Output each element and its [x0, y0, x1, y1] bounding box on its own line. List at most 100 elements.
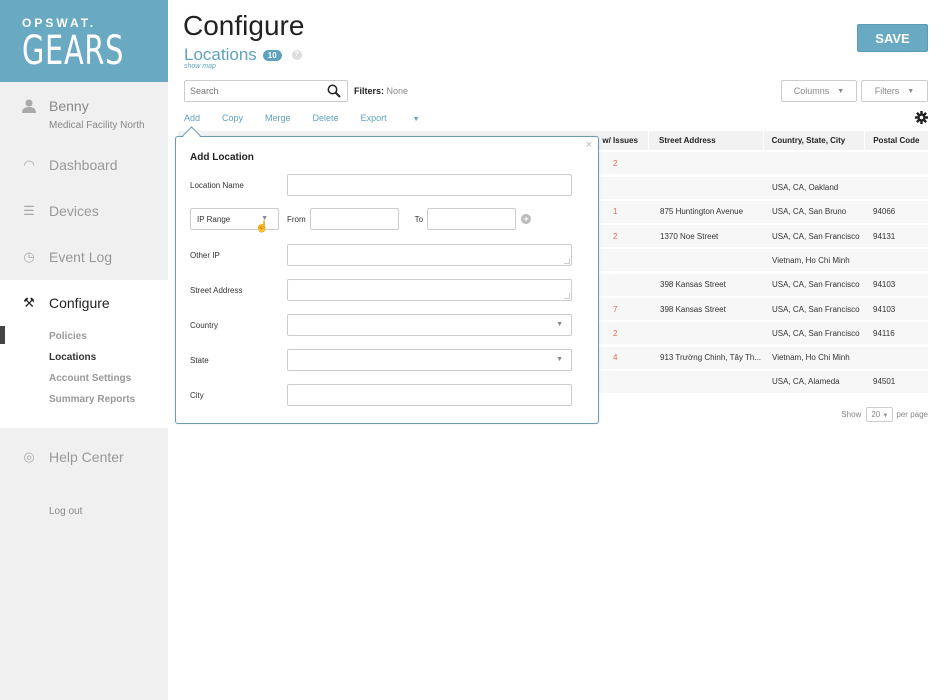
- show-map-link[interactable]: show map: [184, 63, 216, 70]
- page-size-select[interactable]: 20 ▼: [866, 407, 894, 422]
- caret-down-icon: ▼: [556, 356, 563, 363]
- user-org: Medical Facility North: [49, 120, 145, 131]
- nav-label: Dashboard: [49, 157, 118, 173]
- cell-region: USA, CA, Alameda: [772, 377, 840, 387]
- location-name-row: Location Name: [190, 174, 572, 196]
- subnav-locations[interactable]: Locations: [0, 347, 168, 368]
- ip-type-value: IP Range: [197, 214, 231, 224]
- user-info: Benny Medical Facility North: [0, 82, 168, 144]
- list-icon: ☰: [23, 203, 35, 218]
- save-button[interactable]: SAVE: [857, 24, 928, 52]
- add-range-icon[interactable]: +: [521, 214, 532, 224]
- page-title: Configure: [183, 10, 305, 41]
- ip-type-select[interactable]: IP Range ▼ ☝: [190, 208, 279, 233]
- lifebuoy-icon: ◎: [23, 449, 35, 464]
- filters-label: Filters:: [354, 86, 385, 96]
- caret-down-icon: ▼: [556, 321, 563, 328]
- section-header: Locations 10 ?: [184, 45, 302, 65]
- add-location-popup: × Add Location Location Name IP Range ▼ …: [175, 136, 599, 424]
- from-label: From: [287, 214, 306, 224]
- cell-street: 875 Huntington Avenue: [660, 207, 744, 217]
- subnav-policies[interactable]: Policies: [0, 326, 168, 347]
- merge-button[interactable]: Merge: [265, 113, 291, 123]
- ip-to-input[interactable]: [427, 208, 517, 230]
- location-name-label: Location Name: [190, 180, 244, 190]
- close-icon[interactable]: ×: [586, 139, 592, 151]
- country-row: Country ▼: [190, 314, 572, 336]
- popup-title: Add Location: [190, 152, 254, 163]
- subnav-account-settings[interactable]: Account Settings: [0, 368, 168, 389]
- nav-help-center[interactable]: ◎ Help Center: [0, 434, 168, 480]
- clock-icon: ◷: [23, 249, 35, 264]
- location-name-input[interactable]: [287, 174, 572, 196]
- cell-region: USA, CA, Oakland: [772, 183, 839, 193]
- column-header-street[interactable]: Street Address: [649, 136, 763, 145]
- logo-product: GEARS: [22, 28, 125, 74]
- dashboard-gauge-icon: ◠: [23, 157, 35, 172]
- pagination: Show 20 ▼ per page: [841, 407, 928, 422]
- cell-region: USA, CA, San Bruno: [772, 207, 847, 217]
- delete-button[interactable]: Delete: [313, 113, 339, 123]
- street-textarea[interactable]: [287, 279, 572, 301]
- main-content: Configure Locations 10 ? show map SAVE F…: [168, 0, 950, 700]
- caret-down-icon: ▼: [907, 87, 915, 95]
- nav-event-log[interactable]: ◷ Event Log: [0, 234, 168, 280]
- column-header-issues[interactable]: w/ Issues: [592, 136, 648, 145]
- user-name: Benny: [49, 98, 89, 114]
- nav-dashboard[interactable]: ◠ Dashboard: [0, 142, 168, 188]
- nav-label: Help Center: [49, 449, 124, 465]
- nav-configure[interactable]: ⚒ Configure: [0, 280, 168, 326]
- cell-postal: 94131: [873, 231, 896, 241]
- search-icon[interactable]: [327, 84, 341, 98]
- help-icon[interactable]: ?: [291, 50, 302, 60]
- export-button[interactable]: Export ▼: [361, 113, 442, 123]
- filters-summary: Filters: None: [354, 86, 408, 96]
- column-header-region[interactable]: Country, State, City: [764, 136, 865, 145]
- other-ip-label: Other IP: [190, 250, 220, 260]
- subnav-summary-reports[interactable]: Summary Reports: [0, 389, 168, 410]
- configure-subnav: Policies Locations Account Settings Summ…: [0, 326, 168, 410]
- cell-issues: 2: [613, 231, 618, 241]
- ip-from-input[interactable]: [309, 208, 399, 230]
- city-input[interactable]: [287, 384, 572, 406]
- count-badge: 10: [262, 49, 282, 61]
- cell-issues: 2: [613, 158, 618, 168]
- copy-button[interactable]: Copy: [222, 113, 243, 123]
- logout-link[interactable]: Log out: [0, 506, 168, 517]
- state-label: State: [190, 355, 209, 365]
- country-label: Country: [190, 320, 219, 330]
- caret-down-icon: ▼: [837, 87, 845, 95]
- cell-region: USA, CA, San Francisco: [772, 280, 860, 290]
- state-select[interactable]: ▼: [287, 349, 572, 371]
- gear-icon[interactable]: [915, 111, 928, 124]
- tools-icon: ⚒: [23, 295, 35, 310]
- nav-devices[interactable]: ☰ Devices: [0, 188, 168, 234]
- cell-region: USA, CA, San Francisco: [772, 304, 860, 314]
- ip-range-row: IP Range ▼ ☝ From To +: [190, 208, 572, 233]
- street-label: Street Address: [190, 285, 243, 295]
- page-size-value: 20: [871, 410, 881, 419]
- logo[interactable]: OPSWAT. GEARS: [0, 0, 168, 82]
- cell-region: Vietnam, Ho Chi Minh: [772, 255, 850, 265]
- cell-postal: 94066: [873, 207, 896, 217]
- to-label: To: [414, 214, 424, 224]
- filters-button-label: Filters: [874, 86, 900, 96]
- columns-button[interactable]: Columns ▼: [781, 80, 857, 102]
- search-input[interactable]: [190, 86, 327, 96]
- nav-label: Devices: [49, 203, 99, 219]
- cell-street: 398 Kansas Street: [660, 280, 726, 290]
- sidebar: OPSWAT. GEARS Benny Medical Facility Nor…: [0, 0, 168, 700]
- column-header-postal[interactable]: Postal Code: [865, 136, 928, 145]
- street-row: Street Address: [190, 279, 572, 301]
- caret-down-icon: ▼: [882, 413, 889, 419]
- other-ip-textarea[interactable]: [287, 244, 572, 266]
- user-icon: [22, 99, 36, 113]
- city-row: City: [190, 384, 572, 406]
- export-label: Export: [360, 113, 387, 123]
- nav-label: Event Log: [49, 249, 113, 265]
- add-button[interactable]: Add: [184, 113, 200, 123]
- cell-region: USA, CA, San Francisco: [772, 328, 860, 338]
- country-select[interactable]: ▼: [287, 314, 572, 336]
- filters-button[interactable]: Filters ▼: [861, 80, 928, 102]
- filters-value: None: [386, 86, 409, 96]
